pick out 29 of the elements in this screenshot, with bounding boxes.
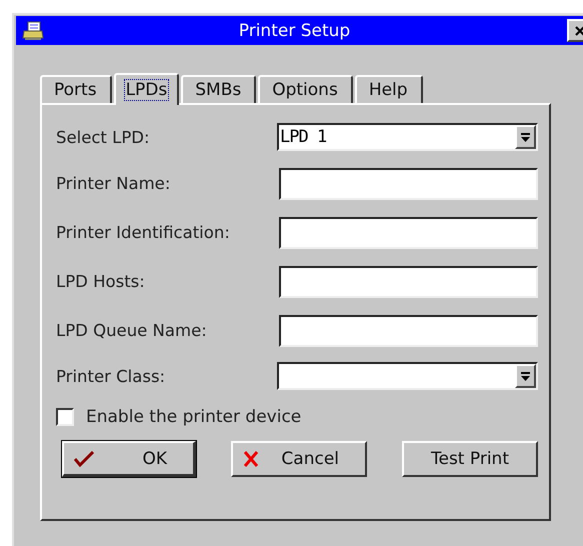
dropdown-arrow-icon xyxy=(521,132,530,142)
checkbox-label: Enable the printer device xyxy=(86,407,302,427)
text-field[interactable] xyxy=(279,216,538,248)
cross-icon xyxy=(243,451,259,467)
text-field[interactable] xyxy=(279,266,538,298)
ok-button[interactable]: OK xyxy=(62,441,196,477)
dropdown-field[interactable] xyxy=(277,362,538,390)
text-field[interactable] xyxy=(279,314,538,346)
test-print-button[interactable]: Test Print xyxy=(402,441,538,477)
cancel-button[interactable]: Cancel xyxy=(231,441,367,477)
field-label: Printer Name: xyxy=(56,174,170,193)
field-label: LPD Hosts: xyxy=(56,272,145,291)
field-label: Printer Class: xyxy=(56,366,166,386)
window-title: Printer Setup xyxy=(238,20,352,40)
field-label: Select LPD: xyxy=(56,128,150,146)
field-label: Printer Identification: xyxy=(56,223,230,242)
dropdown-arrow-icon xyxy=(521,372,530,380)
printer-icon xyxy=(22,20,44,40)
tab[interactable]: LPDs xyxy=(114,73,180,105)
text-field[interactable] xyxy=(279,168,538,200)
checkbox[interactable] xyxy=(56,408,74,426)
checkmark-icon xyxy=(74,450,94,466)
close-icon xyxy=(574,26,583,36)
tab[interactable]: Help xyxy=(354,75,423,103)
tab[interactable]: Options xyxy=(258,75,353,103)
field-label: LPD Queue Name: xyxy=(56,321,207,340)
tab[interactable]: SMBs xyxy=(181,75,256,103)
tab[interactable]: Ports xyxy=(40,75,112,103)
dropdown-field[interactable]: LPD 1 xyxy=(277,123,538,151)
